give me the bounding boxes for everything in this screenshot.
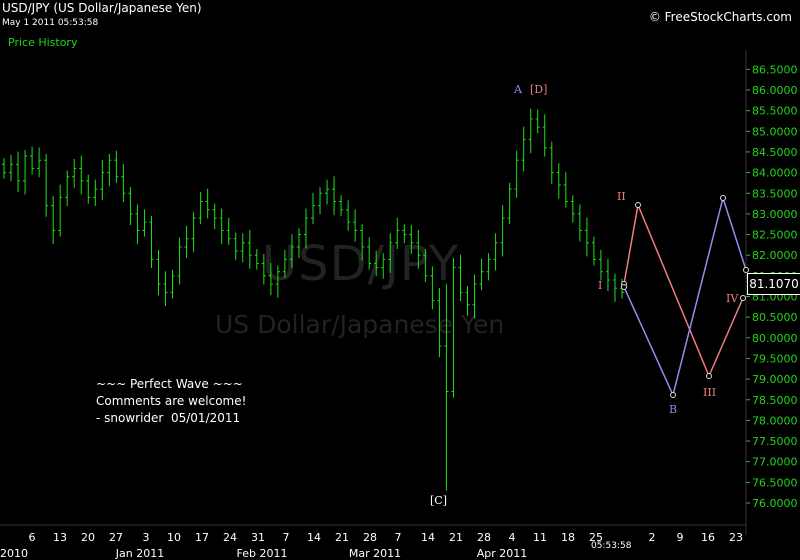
x-tick-label: 3: [143, 531, 150, 544]
red-wave-path-vertex: [740, 295, 746, 301]
y-tick-label: 84.0000: [752, 167, 798, 180]
x-period-label: Jan 2011: [115, 547, 164, 560]
x-tick-label: 7: [283, 531, 290, 544]
y-tick-label: 76.0000: [752, 497, 798, 510]
wave-label: II: [617, 190, 626, 203]
x-tick-label: 23: [729, 531, 743, 544]
y-tick-label: 85.5000: [752, 105, 798, 118]
x-tick-label: 7: [395, 531, 402, 544]
x-tick-label: 24: [223, 531, 237, 544]
x-period-corner: 2010: [0, 547, 28, 560]
x-tick-label: 2: [649, 531, 656, 544]
y-tick-label: 77.0000: [752, 456, 798, 469]
wave-label: B: [669, 403, 677, 416]
price-chart[interactable]: 76.0000 76.5000 77.0000 77.5000 78.0000 78.50…: [0, 0, 800, 560]
y-tick-label: 84.5000: [752, 146, 798, 159]
x-tick-label: 4: [509, 531, 516, 544]
x-tick-label: 16: [701, 531, 715, 544]
y-tick-label: 78.0000: [752, 414, 798, 427]
x-tick-label: 20: [81, 531, 95, 544]
wave-label: III: [703, 386, 716, 399]
blue-wave-path-vertex: [621, 284, 627, 290]
y-tick-label: 78.5000: [752, 394, 798, 407]
x-tick-label: 6: [29, 531, 36, 544]
blue-wave-path-vertex: [720, 195, 726, 201]
wave-label: [C]: [430, 494, 447, 507]
wave-label: [D]: [530, 83, 547, 96]
y-tick-label: 79.0000: [752, 373, 798, 386]
red-wave-path: [623, 202, 744, 378]
y-tick-label: 82.5000: [752, 229, 798, 242]
x-period-label: Mar 2011: [349, 547, 401, 560]
x-tick-label: 14: [307, 531, 321, 544]
annotation-note: ~~~ Perfect Wave ~~~ Comments are welcom…: [96, 377, 247, 425]
x-tick-label: 9: [677, 531, 684, 544]
x-tick-label: 21: [449, 531, 463, 544]
y-tick-label: 79.5000: [752, 352, 798, 365]
x-tick-label: 31: [251, 531, 265, 544]
y-tick-label: 85.0000: [752, 125, 798, 138]
x-tick-label: 28: [477, 531, 491, 544]
x-tick-label: 27: [109, 531, 123, 544]
bottom-time: 05:53:58: [591, 541, 632, 551]
wave-label: I: [598, 279, 602, 292]
last-price-tag: 81.1070: [747, 273, 800, 295]
x-period-label: Apr 2011: [477, 547, 528, 560]
x-tick-label: 11: [533, 531, 547, 544]
y-tick-label: 83.5000: [752, 187, 798, 200]
y-tick-label: 82.0000: [752, 249, 798, 262]
y-tick-label: 83.0000: [752, 208, 798, 221]
x-period-label: Feb 2011: [237, 547, 288, 560]
x-tick-label: 13: [53, 531, 67, 544]
wave-label: IV: [726, 292, 739, 305]
red-wave-path-vertex: [706, 373, 712, 379]
wave-label: A: [513, 83, 523, 96]
y-tick-label: 80.0000: [752, 332, 798, 345]
y-tick-label: 77.5000: [752, 435, 798, 448]
x-tick-label: 10: [167, 531, 181, 544]
y-tick-label: 86.0000: [752, 84, 798, 97]
x-tick-label: 17: [195, 531, 209, 544]
blue-wave-path-vertex: [670, 392, 676, 398]
blue-wave-path-vertex: [743, 267, 749, 273]
x-tick-label: 21: [335, 531, 349, 544]
x-tick-label: 28: [363, 531, 377, 544]
red-wave-path-vertex: [635, 202, 641, 208]
y-tick-label: 80.5000: [752, 311, 798, 324]
y-tick-label: 86.5000: [752, 63, 798, 76]
x-tick-label: 14: [421, 531, 435, 544]
x-tick-label: 18: [561, 531, 575, 544]
y-tick-label: 76.5000: [752, 476, 798, 489]
